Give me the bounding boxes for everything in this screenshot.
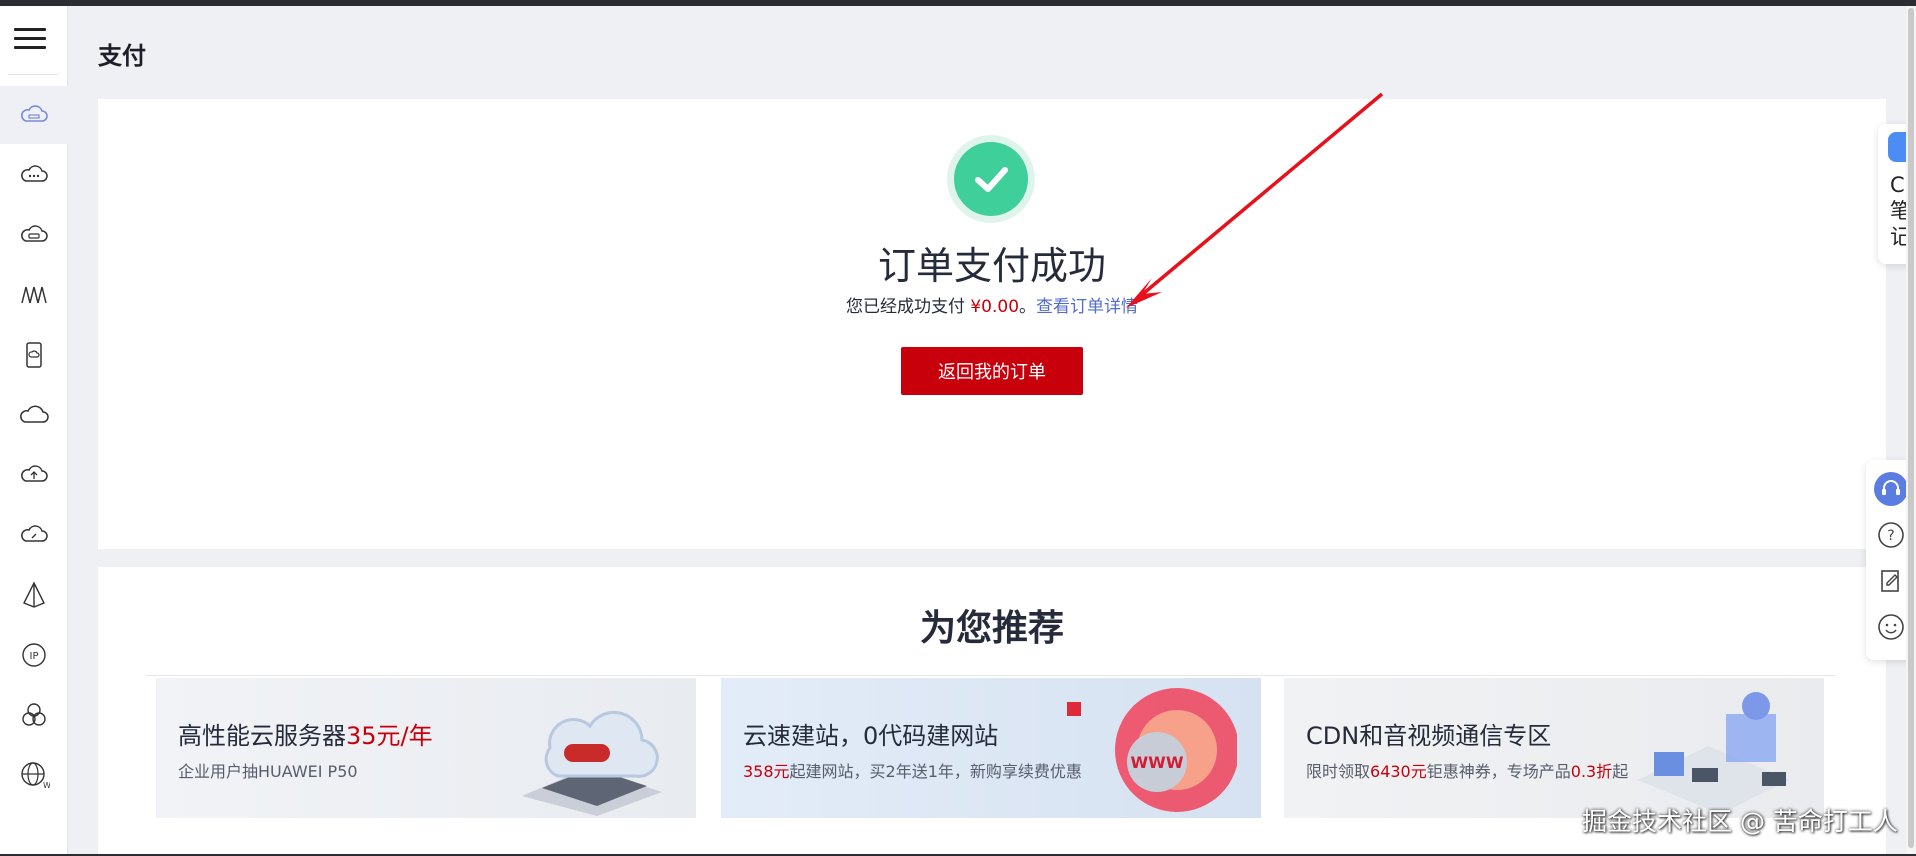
banner-website-builder[interactable]: 云速建站，0代码建网站 358元起建网站，买2年送1年，新购享续费优惠 WWW (721, 678, 1261, 818)
edit-note-icon[interactable] (1874, 564, 1908, 598)
banner-cdn[interactable]: CDN和音视频通信专区 限时领取6430元钜惠神券，专场产品0.3折起 (1284, 678, 1824, 818)
page-title: 支付 (98, 42, 146, 70)
sidebar-item-globe[interactable]: W (0, 746, 68, 804)
help-icon[interactable]: ? (1874, 518, 1908, 552)
payment-success-card: 订单支付成功 您已经成功支付 ¥0.00。查看订单详情 返回我的订单 (98, 99, 1886, 549)
left-sidebar: IP W (0, 6, 68, 856)
banner-cloud-server[interactable]: 高性能云服务器35元/年 企业用户抽HUAWEI P50 (156, 678, 696, 818)
success-desc-sep: 。 (1019, 297, 1037, 317)
back-to-orders-button[interactable]: 返回我的订单 (901, 347, 1083, 395)
www-disc-illustration-icon: WWW (1067, 688, 1237, 812)
sidebar-item-cloud-gauge[interactable] (0, 506, 68, 564)
waveform-icon (21, 286, 47, 304)
success-check-icon (954, 142, 1028, 216)
smile-icon[interactable] (1874, 610, 1908, 644)
sidebar-item-cloud-server[interactable] (0, 86, 68, 144)
cloud-dots-icon (21, 165, 48, 182)
mobile-cloud-icon (26, 342, 42, 368)
browser-top-edge (0, 0, 1916, 6)
svg-text:W: W (43, 781, 50, 790)
banner-title: 云速建站，0代码建网站 (743, 722, 999, 750)
success-desc-prefix: 您已经成功支付 (845, 297, 971, 317)
cloud-outline-icon (20, 405, 49, 423)
cluster-icon (22, 703, 46, 726)
ip-icon: IP (22, 643, 46, 667)
success-description: 您已经成功支付 ¥0.00。查看订单详情 (98, 292, 1886, 317)
banner-sub-highlight: 6430元 (1370, 762, 1427, 781)
recommendation-title: 为您推荐 (919, 608, 1064, 649)
recommendation-divider (146, 675, 1836, 676)
sidebar-item-waveform[interactable] (0, 266, 68, 324)
banner-subtitle: 企业用户抽HUAWEI P50 (178, 762, 358, 781)
banner-sub-highlight-2: 0.3折 (1570, 762, 1613, 781)
network-isometric-illustration-icon (1638, 692, 1790, 814)
banner-title-highlight: 35元/年 (346, 722, 433, 750)
svg-text:WWW: WWW (1131, 753, 1184, 772)
success-icon-halo (947, 135, 1035, 223)
sidebar-item-cluster[interactable] (0, 686, 68, 744)
paid-amount: ¥0.00 (970, 297, 1020, 317)
sidebar-item-cloud-upload[interactable] (0, 446, 68, 504)
sidebar-item-cloud-outline[interactable] (0, 386, 68, 444)
success-title: 订单支付成功 (877, 244, 1106, 288)
hamburger-menu-icon[interactable] (14, 24, 46, 56)
cloud-server-icon (21, 105, 48, 122)
svg-text:?: ? (1887, 528, 1894, 544)
banner-sub-text: 起建网站，买2年送1年，新购享续费优惠 (789, 762, 1082, 781)
order-detail-link[interactable]: 查看订单详情 (1036, 297, 1138, 317)
sidebar-divider (8, 74, 58, 75)
sidebar-item-mobile-cloud[interactable] (0, 326, 68, 384)
banner-sub-text-2: 钜惠神券，专场产品 (1426, 762, 1571, 781)
vertical-scrollbar[interactable] (1906, 6, 1916, 856)
sidebar-item-ip[interactable]: IP (0, 626, 68, 684)
cloud-database-icon (21, 225, 48, 242)
sidebar-item-pyramid[interactable] (0, 566, 68, 624)
headset-icon[interactable] (1874, 472, 1908, 506)
cloud-upload-icon (21, 465, 48, 482)
banner-sub-text-3: 起 (1612, 762, 1629, 781)
cloud-gauge-icon (21, 525, 48, 542)
banner-title: CDN和音视频通信专区 (1306, 722, 1552, 750)
sidebar-item-cloud-database[interactable] (0, 206, 68, 264)
banner-title-text: 高性能云服务器 (178, 722, 346, 750)
watermark: 掘金技术社区 @ 苦命打工人 (1582, 807, 1898, 836)
pyramid-icon (23, 581, 45, 608)
banner-subtitle: 358元起建网站，买2年送1年，新购享续费优惠 (743, 758, 1082, 782)
svg-text:IP: IP (30, 651, 39, 662)
globe-w-icon: W (21, 762, 50, 790)
cloud-chip-illustration-icon (522, 710, 662, 816)
banner-subtitle: 限时领取6430元钜惠神券，专场产品0.3折起 (1306, 758, 1628, 782)
banner-title: 高性能云服务器35元/年 (178, 716, 433, 751)
banner-sub-highlight: 358元 (743, 762, 790, 781)
scrollbar-thumb[interactable] (1908, 8, 1914, 848)
sidebar-item-cloud-dots[interactable] (0, 146, 68, 204)
banner-sub-text: 限时领取 (1306, 762, 1371, 781)
